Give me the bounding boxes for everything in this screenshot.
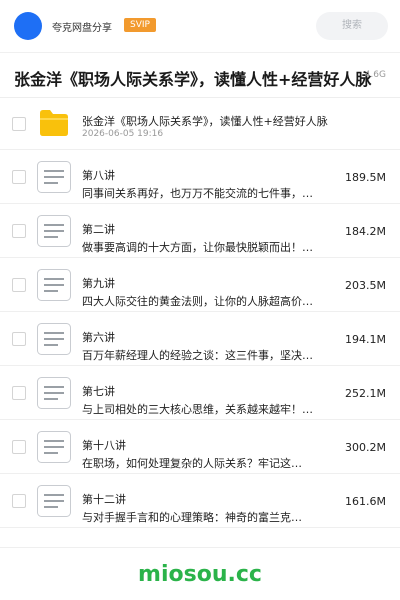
file-name: 同事间关系再好，也万万不能交流的七件事，… (82, 187, 313, 200)
file-row[interactable]: 第八讲 同事间关系再好，也万万不能交流的七件事，… 189.5M (0, 150, 400, 204)
vip-badge: SVIP (124, 18, 156, 32)
title-bar: 张金洋《职场人际关系学》，读懂人性+经营好人脉 4.6G (0, 52, 400, 98)
search-input[interactable]: 搜索 (316, 12, 388, 40)
file-size: 300.2M (345, 441, 386, 454)
watermark: miosou.cc (138, 562, 262, 587)
file-row[interactable]: 第十二讲 与对手握手言和的心理策略：神奇的富兰克… 161.6M (0, 474, 400, 528)
file-row[interactable]: 第六讲 百万年薪经理人的经验之谈：这三件事，坚决… 194.1M (0, 312, 400, 366)
header: 夸克网盘分享 SVIP 搜索 (0, 0, 400, 52)
file-row[interactable]: 第七讲 与上司相处的三大核心思维，关系越来越牢！… 252.1M (0, 366, 400, 420)
checkbox[interactable] (12, 117, 26, 131)
document-icon (37, 323, 71, 355)
file-name: 与对手握手言和的心理策略：神奇的富兰克… (82, 511, 302, 524)
file-row[interactable]: 第十八讲 在职场，如何处理复杂的人际关系？牢记这… 300.2M (0, 420, 400, 474)
folder-name: 张金洋《职场人际关系学》，读懂人性+经营好人脉 (82, 115, 328, 128)
file-name: 四大人际交往的黄金法则，让你的人脉超高价… (82, 295, 313, 308)
file-title: 第九讲 (82, 277, 115, 290)
file-row[interactable]: 第九讲 四大人际交往的黄金法则，让你的人脉超高价… 203.5M (0, 258, 400, 312)
document-icon (37, 431, 71, 463)
file-name: 与上司相处的三大核心思维，关系越来越牢！… (82, 403, 313, 416)
file-title: 第七讲 (82, 385, 115, 398)
user-name: 夸克网盘分享 (52, 23, 112, 34)
file-size: 184.2M (345, 225, 386, 238)
file-name: 百万年薪经理人的经验之谈：这三件事，坚决… (82, 349, 313, 362)
file-size: 203.5M (345, 279, 386, 292)
divider (0, 547, 400, 548)
checkbox[interactable] (12, 332, 26, 346)
document-icon (37, 377, 71, 409)
file-size: 194.1M (345, 333, 386, 346)
document-icon (37, 161, 71, 193)
folder-date: 2026-06-05 19:16 (82, 129, 164, 139)
file-title: 第二讲 (82, 223, 115, 236)
document-icon (37, 215, 71, 247)
folder-icon (40, 110, 68, 136)
checkbox[interactable] (12, 440, 26, 454)
checkbox[interactable] (12, 386, 26, 400)
folder-row[interactable]: 张金洋《职场人际关系学》，读懂人性+经营好人脉 2026-06-05 19:16 (0, 98, 400, 150)
avatar[interactable] (14, 12, 42, 40)
file-title: 第六讲 (82, 331, 115, 344)
document-icon (37, 269, 71, 301)
checkbox[interactable] (12, 170, 26, 184)
file-name: 做事要高调的十大方面，让你最快脱颖而出！… (82, 241, 313, 254)
file-row[interactable]: 第二讲 做事要高调的十大方面，让你最快脱颖而出！… 184.2M (0, 204, 400, 258)
file-size: 161.6M (345, 495, 386, 508)
document-icon (37, 485, 71, 517)
checkbox[interactable] (12, 278, 26, 292)
file-size: 252.1M (345, 387, 386, 400)
file-title: 第八讲 (82, 169, 115, 182)
file-title: 第十二讲 (82, 493, 126, 506)
file-title: 第十八讲 (82, 439, 126, 452)
checkbox[interactable] (12, 224, 26, 238)
file-name: 在职场，如何处理复杂的人际关系？牢记这… (82, 457, 302, 470)
page-title: 张金洋《职场人际关系学》，读懂人性+经营好人脉 (14, 70, 372, 89)
checkbox[interactable] (12, 494, 26, 508)
total-size: 4.6G (364, 70, 386, 80)
file-size: 189.5M (345, 171, 386, 184)
